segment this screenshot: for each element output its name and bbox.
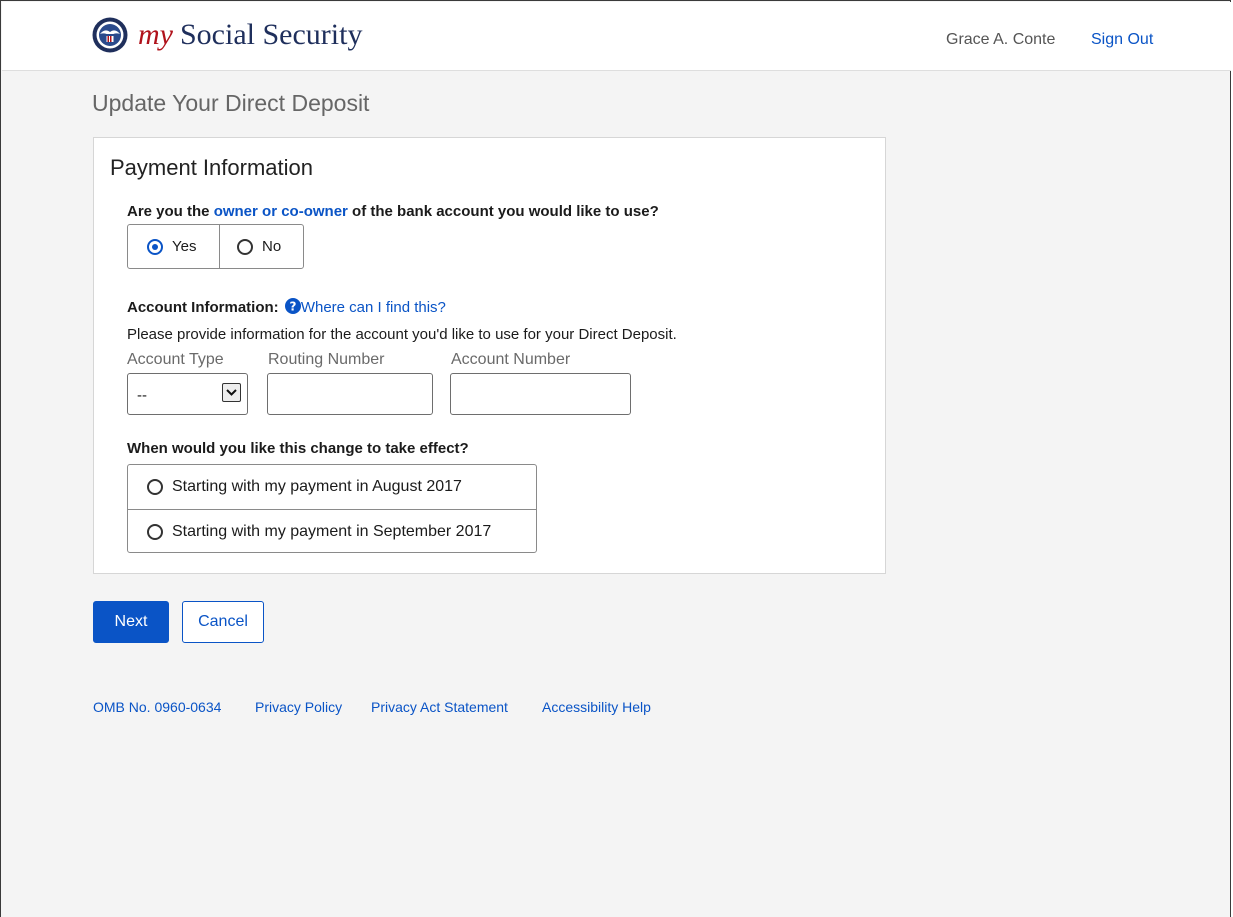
ownership-question-prefix: Are you the [127, 203, 214, 220]
ssa-logo[interactable]: my Social Security [92, 17, 362, 53]
ssa-seal-icon [92, 17, 128, 53]
account-info-description: Please provide information for the accou… [127, 326, 677, 343]
effective-august-option[interactable]: Starting with my payment in August 2017 [128, 465, 536, 509]
next-button[interactable]: Next [93, 601, 169, 643]
svg-text:?: ? [289, 299, 296, 313]
radio-empty-icon [147, 523, 163, 540]
effective-september-option[interactable]: Starting with my payment in September 20… [128, 509, 536, 553]
account-type-select[interactable]: -- [127, 373, 248, 415]
account-information-heading: Account Information: ? Where can I find t… [127, 298, 446, 316]
question-circle-icon: ? [284, 298, 301, 314]
browser-viewport: my Social Security Grace A. Conte Sign Ou… [0, 0, 1231, 917]
ownership-toggle: Yes No [127, 224, 304, 269]
ownership-question-suffix: of the bank account you would like to us… [347, 203, 659, 220]
payment-information-card: Payment Information Are you the owner or… [93, 137, 886, 574]
user-name: Grace A. Conte [946, 31, 1056, 48]
cancel-button[interactable]: Cancel [182, 601, 264, 643]
effective-date-options: Starting with my payment in August 2017 … [127, 464, 537, 553]
where-find-this-label: Where can I find this? [300, 299, 446, 316]
owner-co-owner-link[interactable]: owner or co-owner [214, 203, 348, 220]
brand-my: my [138, 18, 173, 51]
ownership-yes-label: Yes [172, 238, 197, 255]
radio-selected-icon [147, 238, 163, 255]
chevron-down-icon [222, 383, 241, 402]
footer-accessibility-help-link[interactable]: Accessibility Help [542, 699, 651, 715]
site-header: my Social Security Grace A. Conte Sign Ou… [2, 2, 1231, 71]
account-type-label: Account Type [127, 351, 224, 368]
where-find-this-link[interactable]: ? Where can I find this? [284, 298, 446, 316]
brand-social-security: Social Security [179, 18, 363, 51]
footer-privacy-policy-link[interactable]: Privacy Policy [255, 699, 342, 715]
routing-number-input[interactable] [267, 373, 433, 415]
account-information-label: Account Information: [127, 299, 279, 316]
effective-date-question: When would you like this change to take … [127, 440, 469, 457]
ownership-no-label: No [262, 238, 282, 255]
ownership-no-option[interactable]: No [220, 225, 281, 268]
ownership-yes-option[interactable]: Yes [128, 225, 220, 268]
card-title: Payment Information [110, 155, 313, 180]
ownership-question: Are you the owner or co-owner of the ban… [127, 203, 659, 220]
account-number-input[interactable] [450, 373, 631, 415]
account-type-value: -- [137, 387, 147, 404]
page-title: Update Your Direct Deposit [92, 90, 370, 116]
routing-number-label: Routing Number [268, 351, 385, 368]
sign-out-link[interactable]: Sign Out [1091, 31, 1153, 49]
effective-september-label: Starting with my payment in September 20… [172, 522, 492, 540]
effective-august-label: Starting with my payment in August 2017 [172, 478, 462, 495]
radio-empty-icon [237, 238, 253, 255]
account-number-label: Account Number [451, 351, 571, 368]
radio-empty-icon [147, 479, 163, 495]
brand-name: my Social Security [138, 18, 362, 52]
footer-omb-number[interactable]: OMB No. 0960-0634 [93, 699, 221, 715]
footer-privacy-act-link[interactable]: Privacy Act Statement [371, 699, 508, 715]
